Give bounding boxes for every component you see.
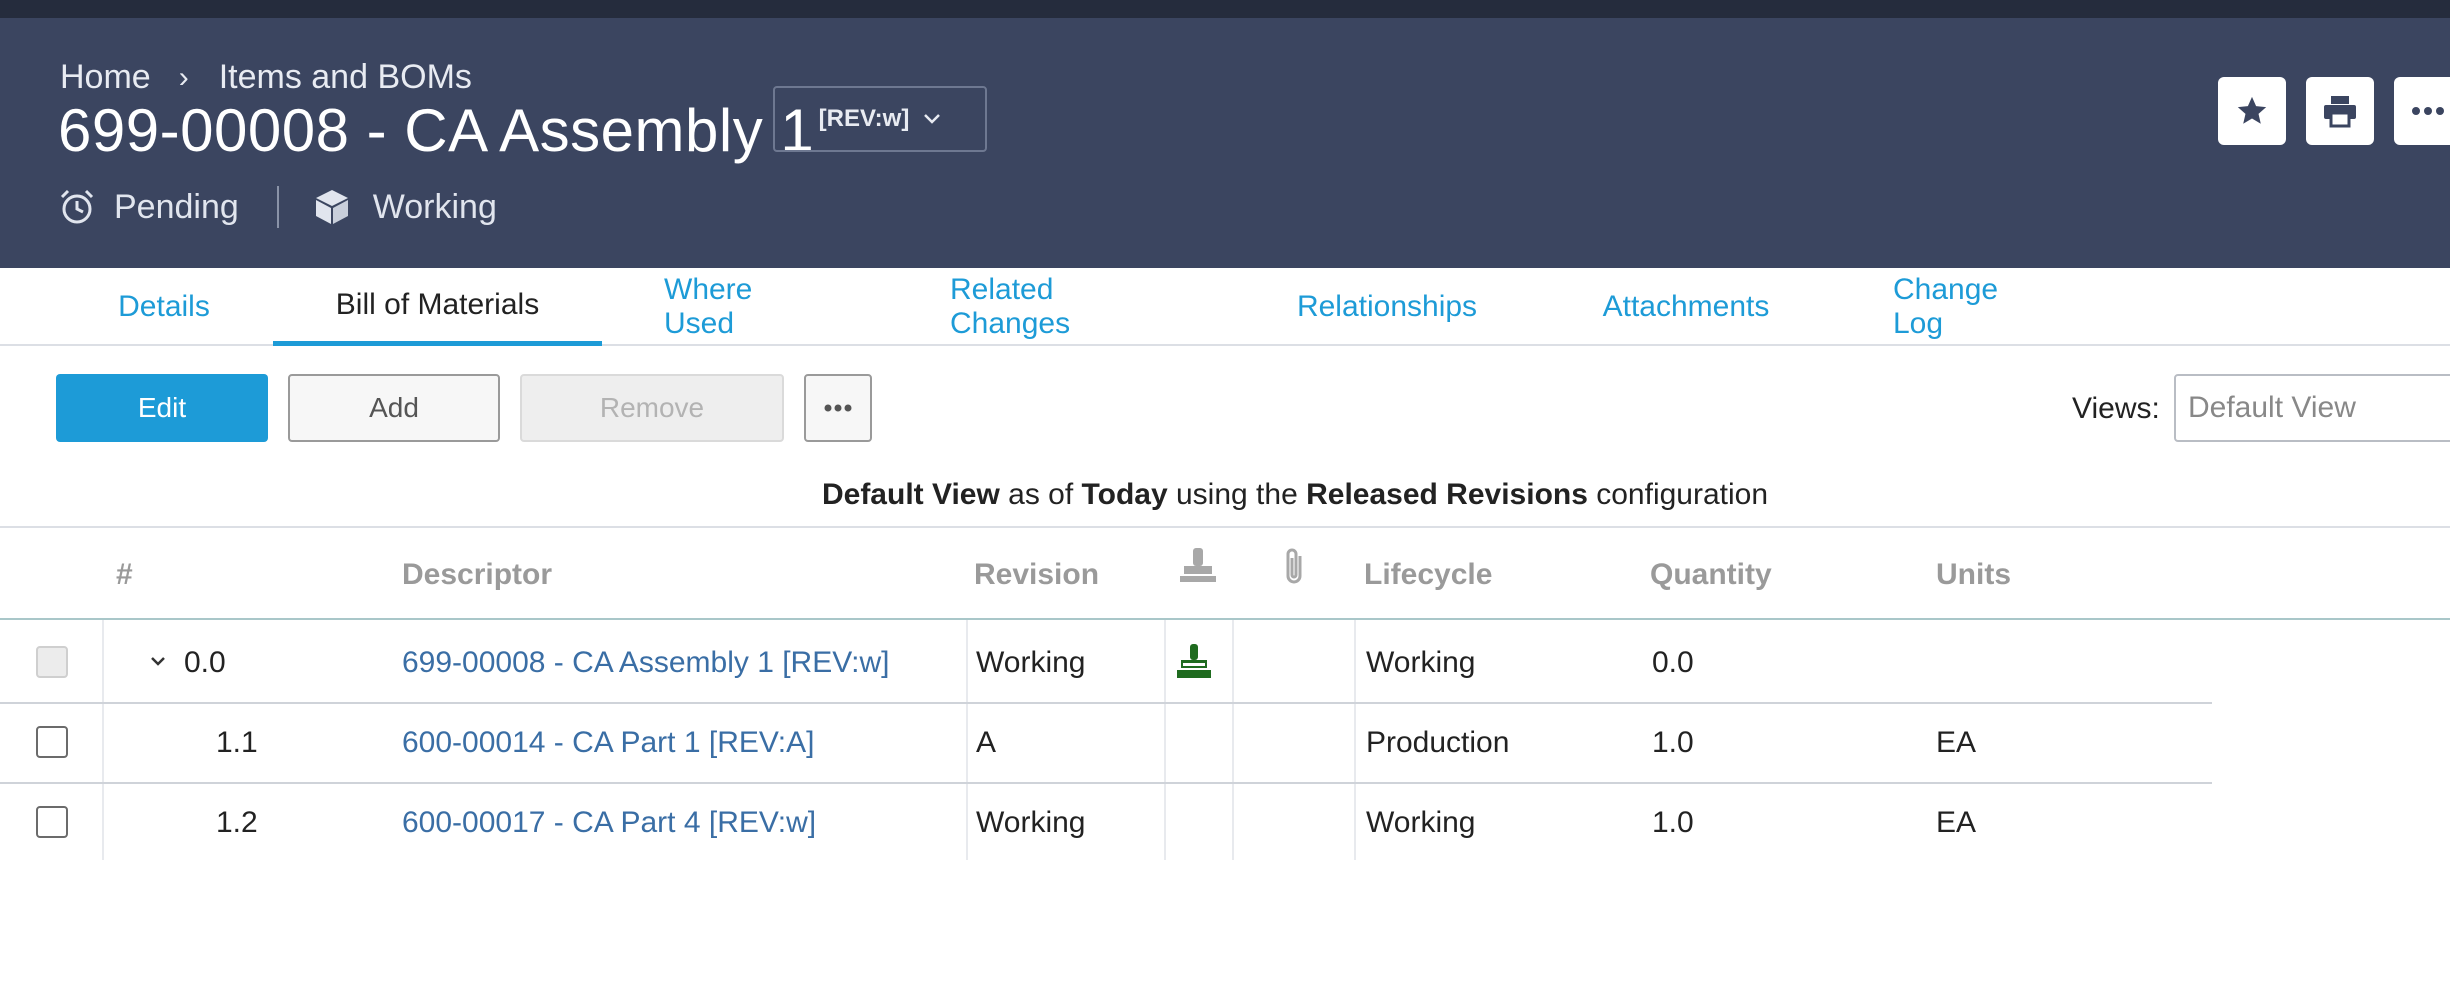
col-units[interactable]: Units — [1936, 558, 2011, 592]
row-quantity: 1.0 — [1652, 726, 1694, 759]
revision-dropdown[interactable]: [REV:w] — [773, 86, 987, 152]
tab-details[interactable]: Details — [118, 268, 210, 346]
breadcrumb-chevron-icon: › — [178, 60, 189, 94]
col-number[interactable]: # — [116, 558, 133, 592]
tab-bill-of-materials[interactable]: Bill of Materials — [273, 268, 602, 346]
row-checkbox[interactable] — [36, 726, 68, 758]
table-header: # Descriptor Revision Lifecycle Quantity… — [0, 528, 2450, 620]
row-number: 0.0 — [184, 646, 226, 679]
tab-bar: Details Bill of Materials Where Used Rel… — [0, 268, 2450, 346]
toolbar-more-button[interactable] — [804, 374, 872, 442]
stamp-icon — [1174, 642, 1214, 687]
print-icon — [2322, 94, 2358, 128]
tab-attachments[interactable]: Attachments — [1600, 268, 1772, 346]
row-lifecycle: Working — [1366, 806, 1476, 839]
row-descriptor-link[interactable]: 699-00008 - CA Assembly 1 [REV:w] — [402, 646, 889, 680]
caption-as-of: as of — [999, 478, 1082, 511]
status-pending: Pending — [114, 187, 239, 226]
row-units: EA — [1936, 726, 1977, 759]
tab-where-used[interactable]: Where Used — [664, 268, 828, 346]
status-row: Pending Working — [58, 186, 497, 228]
star-icon — [2235, 94, 2269, 128]
remove-button[interactable]: Remove — [520, 374, 784, 442]
tab-relationships[interactable]: Relationships — [1297, 268, 1477, 346]
tab-related-changes[interactable]: Related Changes — [950, 268, 1176, 346]
status-divider — [276, 186, 279, 228]
caption-suffix: configuration — [1587, 478, 1769, 511]
favorite-button[interactable] — [2218, 77, 2286, 145]
item-header: Home › Items and BOMs 699-00008 - CA Ass… — [0, 18, 2450, 268]
more-actions-button[interactable] — [2394, 77, 2450, 145]
paperclip-icon — [1280, 546, 1308, 593]
top-strip — [0, 0, 2450, 18]
cube-icon — [313, 188, 351, 226]
row-number: 1.2 — [216, 806, 258, 839]
row-number: 1.1 — [216, 726, 258, 759]
row-revision: Working — [976, 646, 1086, 679]
col-revision[interactable]: Revision — [974, 558, 1099, 592]
row-units: EA — [1936, 806, 1977, 839]
row-checkbox[interactable] — [36, 806, 68, 838]
table-row[interactable]: 1.2 600-00017 - CA Part 4 [REV:w] Workin… — [0, 784, 2212, 864]
row-revision: Working — [976, 806, 1086, 839]
row-revision: A — [976, 726, 997, 759]
views-label: Views: — [2072, 392, 2160, 425]
col-lifecycle[interactable]: Lifecycle — [1364, 558, 1492, 592]
more-icon — [2411, 106, 2445, 116]
caption-using: using the — [1167, 478, 1307, 511]
table-row[interactable]: 0.0 699-00008 - CA Assembly 1 [REV:w] Wo… — [0, 624, 2212, 704]
stamp-column-icon — [1178, 546, 1218, 591]
print-button[interactable] — [2306, 77, 2374, 145]
views-select[interactable] — [2174, 374, 2450, 442]
caption-view: Default View — [821, 478, 1000, 511]
tab-change-log[interactable]: Change Log — [1893, 268, 2053, 346]
revision-label: [REV:w] — [818, 105, 910, 132]
page-title: 699-00008 - CA Assembly 1 — [58, 97, 815, 164]
row-quantity: 1.0 — [1652, 806, 1694, 839]
row-descriptor-link[interactable]: 600-00017 - CA Part 4 [REV:w] — [402, 806, 816, 840]
more-icon — [824, 404, 852, 412]
alarm-clock-icon — [58, 188, 96, 226]
row-lifecycle: Working — [1366, 646, 1476, 679]
row-quantity: 0.0 — [1652, 646, 1694, 679]
caption-date: Today — [1081, 478, 1168, 511]
breadcrumb-items-and-boms[interactable]: Items and BOMs — [219, 58, 472, 97]
chevron-down-icon — [923, 108, 941, 131]
col-quantity[interactable]: Quantity — [1650, 558, 1772, 592]
add-button[interactable]: Add — [288, 374, 500, 442]
caption-config: Released Revisions — [1306, 478, 1588, 511]
table-row[interactable]: 1.1 600-00014 - CA Part 1 [REV:A] A Prod… — [0, 704, 2212, 784]
col-descriptor[interactable]: Descriptor — [402, 558, 552, 592]
breadcrumb: Home › Items and BOMs — [60, 58, 472, 97]
chevron-down-icon[interactable] — [150, 654, 166, 672]
status-working: Working — [372, 187, 497, 226]
row-descriptor-link[interactable]: 600-00014 - CA Part 1 [REV:A] — [402, 726, 814, 760]
row-lifecycle: Production — [1366, 726, 1510, 759]
view-caption: Default View as of Today using the Relea… — [0, 478, 2450, 512]
breadcrumb-home[interactable]: Home — [60, 58, 151, 97]
row-checkbox[interactable] — [36, 646, 68, 678]
edit-button[interactable]: Edit — [56, 374, 268, 442]
